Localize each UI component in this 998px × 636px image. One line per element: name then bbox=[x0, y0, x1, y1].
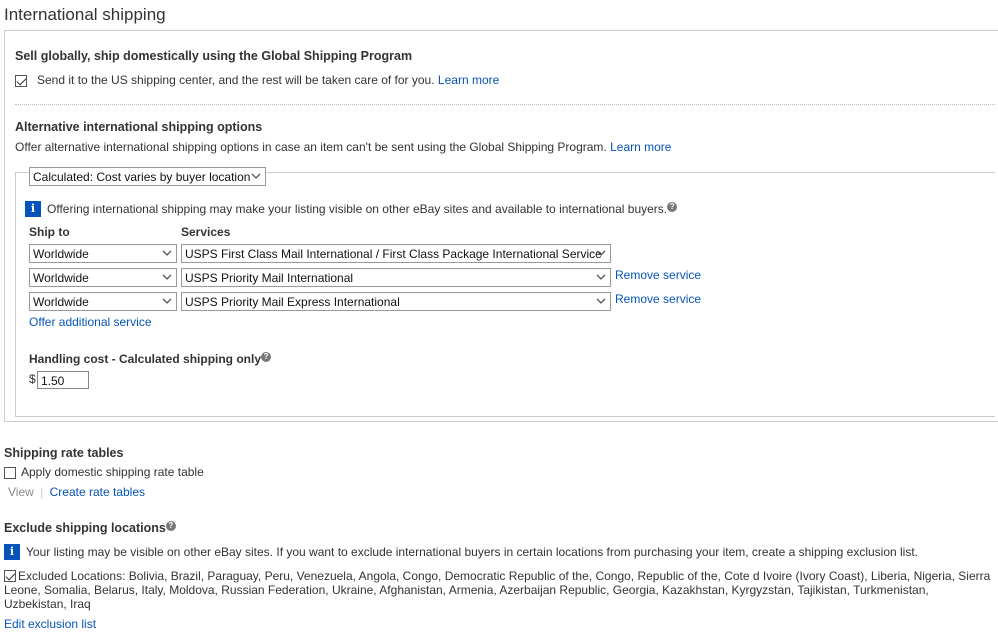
service-select-3[interactable]: USPS Priority Mail Express International bbox=[181, 292, 611, 311]
chevron-down-icon bbox=[162, 298, 172, 304]
handling-cost-input[interactable]: 1.50 bbox=[37, 371, 89, 389]
ship-to-select-3[interactable]: Worldwide bbox=[29, 292, 177, 311]
rate-table-checkbox[interactable] bbox=[4, 467, 16, 479]
alt-description: Offer alternative international shipping… bbox=[15, 140, 607, 154]
separator: | bbox=[40, 485, 44, 499]
exclude-info-text: Your listing may be visible on other eBa… bbox=[26, 545, 919, 559]
help-icon[interactable]: ? bbox=[261, 352, 272, 362]
ship-to-value: Worldwide bbox=[33, 271, 89, 285]
service-select-1[interactable]: USPS First Class Mail International / Fi… bbox=[181, 244, 611, 263]
cost-type-select[interactable]: Calculated: Cost varies by buyer locatio… bbox=[29, 167, 266, 186]
chevron-down-icon bbox=[596, 298, 606, 304]
service-select-2[interactable]: USPS Priority Mail International bbox=[181, 268, 611, 287]
chevron-down-icon bbox=[596, 250, 606, 256]
chevron-down-icon bbox=[162, 250, 172, 256]
remove-service-link-2[interactable]: Remove service bbox=[615, 268, 701, 282]
gsp-checkbox-label: Send it to the US shipping center, and t… bbox=[37, 73, 435, 87]
view-rate-table-link[interactable]: View bbox=[8, 485, 34, 499]
exclude-heading-row: Exclude shipping locations? bbox=[4, 521, 176, 535]
ship-to-value: Worldwide bbox=[33, 247, 89, 261]
chevron-down-icon bbox=[251, 173, 261, 179]
services-header: Services bbox=[181, 225, 231, 239]
alt-description-row: Offer alternative international shipping… bbox=[15, 140, 671, 154]
gsp-learn-more-link[interactable]: Learn more bbox=[438, 73, 499, 87]
handling-cost-label: Handling cost - Calculated shipping only bbox=[29, 352, 262, 366]
currency-symbol: $ bbox=[29, 372, 36, 386]
gsp-checkbox[interactable] bbox=[15, 75, 27, 87]
alt-heading: Alternative international shipping optio… bbox=[15, 120, 263, 134]
section-divider bbox=[15, 104, 995, 105]
gsp-heading: Sell globally, ship domestically using t… bbox=[15, 49, 413, 63]
page-title: International shipping bbox=[4, 5, 166, 24]
help-icon[interactable]: ? bbox=[165, 521, 176, 531]
alt-learn-more-link[interactable]: Learn more bbox=[610, 140, 671, 154]
service-value: USPS Priority Mail International bbox=[185, 271, 354, 285]
alt-info-text: Offering international shipping may make… bbox=[47, 202, 668, 216]
service-value: USPS Priority Mail Express International bbox=[185, 295, 400, 309]
service-value: USPS First Class Mail International / Fi… bbox=[185, 247, 602, 261]
ship-to-select-1[interactable]: Worldwide bbox=[29, 244, 177, 263]
edit-exclusion-list-link[interactable]: Edit exclusion list bbox=[4, 617, 96, 631]
rate-tables-actions: View | Create rate tables bbox=[8, 485, 145, 499]
gsp-checkbox-row: Send it to the US shipping center, and t… bbox=[37, 73, 499, 87]
rate-tables-heading: Shipping rate tables bbox=[4, 446, 124, 460]
cost-type-value: Calculated: Cost varies by buyer locatio… bbox=[33, 170, 251, 184]
ship-to-header: Ship to bbox=[29, 225, 70, 239]
info-icon: i bbox=[25, 201, 41, 217]
chevron-down-icon bbox=[162, 274, 172, 280]
remove-service-link-3[interactable]: Remove service bbox=[615, 292, 701, 306]
alt-info-row: Offering international shipping may make… bbox=[47, 202, 678, 216]
handling-cost-row: Handling cost - Calculated shipping only… bbox=[29, 352, 272, 366]
ship-to-select-2[interactable]: Worldwide bbox=[29, 268, 177, 287]
offer-additional-service-link[interactable]: Offer additional service bbox=[29, 315, 152, 329]
rate-table-checkbox-label: Apply domestic shipping rate table bbox=[21, 465, 204, 479]
chevron-down-icon bbox=[596, 274, 606, 280]
help-icon[interactable]: ? bbox=[667, 202, 678, 212]
excluded-locations-text: Excluded Locations: Bolivia, Brazil, Par… bbox=[4, 569, 991, 611]
create-rate-tables-link[interactable]: Create rate tables bbox=[50, 485, 145, 499]
exclude-heading: Exclude shipping locations bbox=[4, 521, 166, 535]
international-shipping-panel: Sell globally, ship domestically using t… bbox=[4, 30, 998, 422]
info-icon: i bbox=[4, 544, 20, 560]
ship-to-value: Worldwide bbox=[33, 295, 89, 309]
